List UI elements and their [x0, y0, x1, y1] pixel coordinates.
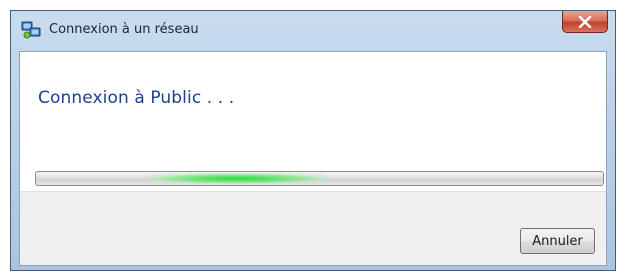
network-icon [21, 20, 41, 40]
dialog-window: Connexion à un réseau Connexion à Public… [10, 10, 616, 271]
button-footer: Annuler [19, 191, 607, 266]
content-panel: Connexion à Public . . . [19, 51, 607, 192]
connection-status-heading: Connexion à Public . . . [38, 88, 235, 108]
title-bar[interactable]: Connexion à un réseau [11, 11, 615, 51]
close-icon [578, 15, 592, 28]
progress-glow-indicator [149, 173, 325, 184]
window-title: Connexion à un réseau [49, 22, 199, 37]
connection-progress-bar [35, 171, 604, 186]
cancel-button[interactable]: Annuler [520, 228, 595, 254]
close-button[interactable] [562, 11, 608, 33]
